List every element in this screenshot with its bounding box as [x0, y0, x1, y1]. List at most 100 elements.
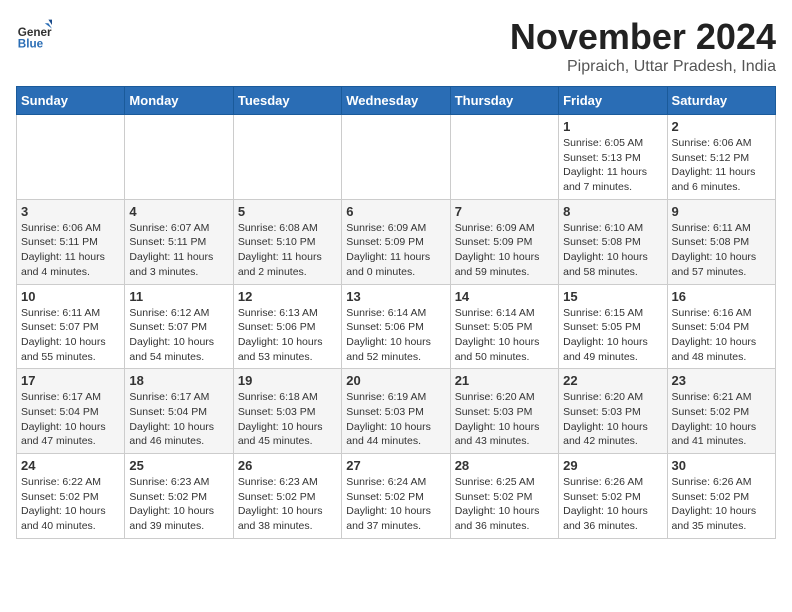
day-number: 25	[129, 458, 228, 473]
weekday-thursday: Thursday	[450, 87, 558, 115]
day-info: Sunrise: 6:05 AM Sunset: 5:13 PM Dayligh…	[563, 136, 662, 195]
day-number: 6	[346, 204, 445, 219]
day-info: Sunrise: 6:09 AM Sunset: 5:09 PM Dayligh…	[346, 221, 445, 280]
day-info: Sunrise: 6:26 AM Sunset: 5:02 PM Dayligh…	[563, 475, 662, 534]
day-cell	[450, 115, 558, 200]
day-info: Sunrise: 6:11 AM Sunset: 5:07 PM Dayligh…	[21, 306, 120, 365]
weekday-friday: Friday	[559, 87, 667, 115]
week-row-3: 17Sunrise: 6:17 AM Sunset: 5:04 PM Dayli…	[17, 369, 776, 454]
day-cell: 1 Sunrise: 6:05 AM Sunset: 5:13 PM Daylig…	[559, 115, 667, 200]
day-info: Sunrise: 6:08 AM Sunset: 5:10 PM Dayligh…	[238, 221, 337, 280]
day-cell: 14Sunrise: 6:14 AM Sunset: 5:05 PM Dayli…	[450, 284, 558, 369]
day-info: Sunrise: 6:14 AM Sunset: 5:06 PM Dayligh…	[346, 306, 445, 365]
week-row-2: 10Sunrise: 6:11 AM Sunset: 5:07 PM Dayli…	[17, 284, 776, 369]
day-cell: 30Sunrise: 6:26 AM Sunset: 5:02 PM Dayli…	[667, 454, 775, 539]
day-number: 4	[129, 204, 228, 219]
calendar-body: 1 Sunrise: 6:05 AM Sunset: 5:13 PM Daylig…	[17, 115, 776, 539]
day-cell	[17, 115, 125, 200]
svg-text:Blue: Blue	[18, 38, 44, 51]
week-row-1: 3Sunrise: 6:06 AM Sunset: 5:11 PM Daylig…	[17, 199, 776, 284]
day-info: Sunrise: 6:15 AM Sunset: 5:05 PM Dayligh…	[563, 306, 662, 365]
day-cell: 20 Sunrise: 6:19 AM Sunset: 5:03 PM Dayli…	[342, 369, 450, 454]
day-info: Sunrise: 6:20 AM Sunset: 5:03 PM Dayligh…	[563, 390, 662, 449]
day-number: 13	[346, 289, 445, 304]
day-cell: 24Sunrise: 6:22 AM Sunset: 5:02 PM Dayli…	[17, 454, 125, 539]
day-number: 7	[455, 204, 554, 219]
day-info: Sunrise: 6:10 AM Sunset: 5:08 PM Dayligh…	[563, 221, 662, 280]
day-cell: 5 Sunrise: 6:08 AM Sunset: 5:10 PM Daylig…	[233, 199, 341, 284]
weekday-saturday: Saturday	[667, 87, 775, 115]
weekday-monday: Monday	[125, 87, 233, 115]
logo-icon: General Blue	[16, 16, 52, 52]
day-cell: 3Sunrise: 6:06 AM Sunset: 5:11 PM Daylig…	[17, 199, 125, 284]
day-number: 15	[563, 289, 662, 304]
day-number: 30	[672, 458, 771, 473]
day-info: Sunrise: 6:23 AM Sunset: 5:02 PM Dayligh…	[129, 475, 228, 534]
day-number: 16	[672, 289, 771, 304]
day-cell: 2 Sunrise: 6:06 AM Sunset: 5:12 PM Daylig…	[667, 115, 775, 200]
day-info: Sunrise: 6:07 AM Sunset: 5:11 PM Dayligh…	[129, 221, 228, 280]
day-info: Sunrise: 6:14 AM Sunset: 5:05 PM Dayligh…	[455, 306, 554, 365]
day-cell: 26 Sunrise: 6:23 AM Sunset: 5:02 PM Dayli…	[233, 454, 341, 539]
day-cell: 9 Sunrise: 6:11 AM Sunset: 5:08 PM Daylig…	[667, 199, 775, 284]
page-subtitle: Pipraich, Uttar Pradesh, India	[510, 58, 776, 76]
day-info: Sunrise: 6:19 AM Sunset: 5:03 PM Dayligh…	[346, 390, 445, 449]
day-number: 3	[21, 204, 120, 219]
day-info: Sunrise: 6:12 AM Sunset: 5:07 PM Dayligh…	[129, 306, 228, 365]
day-info: Sunrise: 6:09 AM Sunset: 5:09 PM Dayligh…	[455, 221, 554, 280]
day-number: 27	[346, 458, 445, 473]
day-number: 9	[672, 204, 771, 219]
day-number: 24	[21, 458, 120, 473]
day-cell: 17Sunrise: 6:17 AM Sunset: 5:04 PM Dayli…	[17, 369, 125, 454]
page-title: November 2024	[510, 16, 776, 58]
day-cell: 12 Sunrise: 6:13 AM Sunset: 5:06 PM Dayli…	[233, 284, 341, 369]
day-cell: 21 Sunrise: 6:20 AM Sunset: 5:03 PM Dayli…	[450, 369, 558, 454]
day-number: 5	[238, 204, 337, 219]
logo: General Blue	[16, 16, 52, 52]
day-cell: 29 Sunrise: 6:26 AM Sunset: 5:02 PM Dayli…	[559, 454, 667, 539]
day-info: Sunrise: 6:13 AM Sunset: 5:06 PM Dayligh…	[238, 306, 337, 365]
day-info: Sunrise: 6:16 AM Sunset: 5:04 PM Dayligh…	[672, 306, 771, 365]
day-info: Sunrise: 6:24 AM Sunset: 5:02 PM Dayligh…	[346, 475, 445, 534]
day-number: 8	[563, 204, 662, 219]
day-cell	[342, 115, 450, 200]
weekday-wednesday: Wednesday	[342, 87, 450, 115]
page-header: General Blue November 2024 Pipraich, Utt…	[16, 16, 776, 76]
day-cell: 28 Sunrise: 6:25 AM Sunset: 5:02 PM Dayli…	[450, 454, 558, 539]
day-info: Sunrise: 6:25 AM Sunset: 5:02 PM Dayligh…	[455, 475, 554, 534]
day-cell: 18Sunrise: 6:17 AM Sunset: 5:04 PM Dayli…	[125, 369, 233, 454]
day-number: 11	[129, 289, 228, 304]
day-number: 21	[455, 373, 554, 388]
weekday-sunday: Sunday	[17, 87, 125, 115]
day-info: Sunrise: 6:18 AM Sunset: 5:03 PM Dayligh…	[238, 390, 337, 449]
day-cell: 4 Sunrise: 6:07 AM Sunset: 5:11 PM Daylig…	[125, 199, 233, 284]
day-info: Sunrise: 6:06 AM Sunset: 5:12 PM Dayligh…	[672, 136, 771, 195]
day-number: 18	[129, 373, 228, 388]
calendar-table: SundayMondayTuesdayWednesdayThursdayFrid…	[16, 86, 776, 539]
day-number: 26	[238, 458, 337, 473]
day-cell: 25 Sunrise: 6:23 AM Sunset: 5:02 PM Dayli…	[125, 454, 233, 539]
day-info: Sunrise: 6:21 AM Sunset: 5:02 PM Dayligh…	[672, 390, 771, 449]
day-cell: 15 Sunrise: 6:15 AM Sunset: 5:05 PM Dayli…	[559, 284, 667, 369]
day-cell: 22 Sunrise: 6:20 AM Sunset: 5:03 PM Dayli…	[559, 369, 667, 454]
day-cell: 7 Sunrise: 6:09 AM Sunset: 5:09 PM Daylig…	[450, 199, 558, 284]
day-cell	[233, 115, 341, 200]
week-row-4: 24Sunrise: 6:22 AM Sunset: 5:02 PM Dayli…	[17, 454, 776, 539]
day-number: 22	[563, 373, 662, 388]
week-row-0: 1 Sunrise: 6:05 AM Sunset: 5:13 PM Daylig…	[17, 115, 776, 200]
day-number: 20	[346, 373, 445, 388]
day-info: Sunrise: 6:20 AM Sunset: 5:03 PM Dayligh…	[455, 390, 554, 449]
day-number: 19	[238, 373, 337, 388]
day-cell: 8 Sunrise: 6:10 AM Sunset: 5:08 PM Daylig…	[559, 199, 667, 284]
day-info: Sunrise: 6:23 AM Sunset: 5:02 PM Dayligh…	[238, 475, 337, 534]
day-number: 28	[455, 458, 554, 473]
day-info: Sunrise: 6:11 AM Sunset: 5:08 PM Dayligh…	[672, 221, 771, 280]
day-number: 2	[672, 119, 771, 134]
day-cell: 6 Sunrise: 6:09 AM Sunset: 5:09 PM Daylig…	[342, 199, 450, 284]
day-number: 12	[238, 289, 337, 304]
day-cell	[125, 115, 233, 200]
day-cell: 19 Sunrise: 6:18 AM Sunset: 5:03 PM Dayli…	[233, 369, 341, 454]
day-number: 1	[563, 119, 662, 134]
day-number: 29	[563, 458, 662, 473]
day-cell: 11 Sunrise: 6:12 AM Sunset: 5:07 PM Dayli…	[125, 284, 233, 369]
